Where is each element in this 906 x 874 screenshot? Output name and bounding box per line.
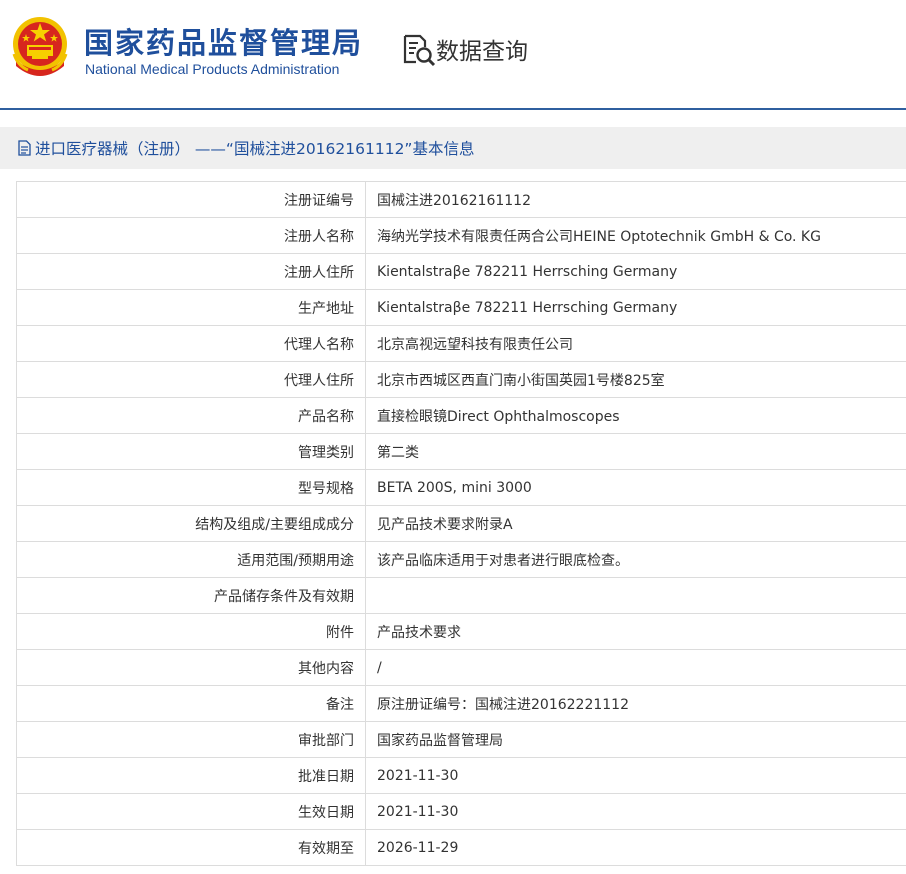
table-row: 生效日期 2021-11-30 [16, 793, 906, 830]
field-value: 第二类 [365, 433, 906, 470]
field-value: 国械注进20162161112 [365, 181, 906, 218]
field-label: 备注 [16, 685, 366, 722]
field-value: 该产品临床适用于对患者进行眼底检查。 [365, 541, 906, 578]
field-value: Kientalstraβe 782211 Herrsching Germany [365, 289, 906, 326]
field-label: 其他内容 [16, 649, 366, 686]
field-value: 见产品技术要求附录A [365, 505, 906, 542]
field-label: 批准日期 [16, 757, 366, 794]
field-label: 注册人名称 [16, 217, 366, 254]
field-value: 北京市西城区西直门南小街国英园1号楼825室 [365, 361, 906, 398]
field-label: 代理人名称 [16, 325, 366, 362]
field-label: 生产地址 [16, 289, 366, 326]
site-header: 国家药品监督管理局 National Medical Products Admi… [0, 0, 906, 108]
table-row: 型号规格 BETA 200S, mini 3000 [16, 469, 906, 506]
field-label: 有效期至 [16, 829, 366, 866]
table-row: 其他内容 / [16, 649, 906, 686]
field-value: 产品技术要求 [365, 613, 906, 650]
table-row: 附件 产品技术要求 [16, 613, 906, 650]
org-name-cn: 国家药品监督管理局 [84, 26, 364, 60]
field-label: 生效日期 [16, 793, 366, 830]
field-label: 注册证编号 [16, 181, 366, 218]
table-row: 产品名称 直接检眼镜Direct Ophthalmoscopes [16, 397, 906, 434]
field-value: 直接检眼镜Direct Ophthalmoscopes [365, 397, 906, 434]
table-row: 代理人名称 北京高视远望科技有限责任公司 [16, 325, 906, 362]
field-label: 结构及组成/主要组成成分 [16, 505, 366, 542]
field-label: 产品储存条件及有效期 [16, 577, 366, 614]
field-label: 产品名称 [16, 397, 366, 434]
field-value: 2026-11-29 [365, 829, 906, 866]
field-label: 管理类别 [16, 433, 366, 470]
table-row: 备注 原注册证编号：国械注进20162221112 [16, 685, 906, 722]
table-row: 生产地址 Kientalstraβe 782211 Herrsching Germ… [16, 289, 906, 326]
table-row: 批准日期 2021-11-30 [16, 757, 906, 794]
table-row: 管理类别 第二类 [16, 433, 906, 470]
field-label: 附件 [16, 613, 366, 650]
table-row: 代理人住所 北京市西城区西直门南小街国英园1号楼825室 [16, 361, 906, 398]
document-icon [18, 140, 31, 156]
field-value: 国家药品监督管理局 [365, 721, 906, 758]
national-emblem-icon [12, 17, 68, 76]
field-value: 原注册证编号：国械注进20162221112 [365, 685, 906, 722]
table-row: 适用范围/预期用途 该产品临床适用于对患者进行眼底检查。 [16, 541, 906, 578]
table-row: 注册证编号 国械注进20162161112 [16, 181, 906, 218]
field-value: BETA 200S, mini 3000 [365, 469, 906, 506]
page-title-bar: 进口医疗器械（注册） ——“国械注进20162161112”基本信息 [0, 127, 906, 169]
table-row: 产品储存条件及有效期 [16, 577, 906, 614]
data-query-icon[interactable] [402, 33, 436, 67]
field-label: 适用范围/预期用途 [16, 541, 366, 578]
field-label: 型号规格 [16, 469, 366, 506]
field-value [365, 577, 906, 614]
page-title: 进口医疗器械（注册） ——“国械注进20162161112”基本信息 [35, 140, 475, 158]
field-value: 北京高视远望科技有限责任公司 [365, 325, 906, 362]
field-label: 注册人住所 [16, 253, 366, 290]
field-value: / [365, 649, 906, 686]
table-row: 结构及组成/主要组成成分 见产品技术要求附录A [16, 505, 906, 542]
table-row: 有效期至 2026-11-29 [16, 829, 906, 866]
table-row: 审批部门 国家药品监督管理局 [16, 721, 906, 758]
basic-info-table: 注册证编号 国械注进20162161112 注册人名称 海纳光学技术有限责任两合公司H… [16, 181, 906, 866]
field-value: 2021-11-30 [365, 757, 906, 794]
field-value: Kientalstraβe 782211 Herrsching Germany [365, 253, 906, 290]
basic-info-table-body: 注册证编号 国械注进20162161112 注册人名称 海纳光学技术有限责任两合公司H… [16, 181, 906, 866]
org-name-en: National Medical Products Administration [85, 61, 340, 77]
field-label: 代理人住所 [16, 361, 366, 398]
data-query-link[interactable]: 数据查询 [436, 32, 528, 66]
table-row: 注册人名称 海纳光学技术有限责任两合公司HEINE Optotechnik Gmb… [16, 217, 906, 254]
field-label: 审批部门 [16, 721, 366, 758]
field-value: 海纳光学技术有限责任两合公司HEINE Optotechnik GmbH & C… [365, 217, 906, 254]
header-divider [0, 108, 906, 110]
field-value: 2021-11-30 [365, 793, 906, 830]
table-row: 注册人住所 Kientalstraβe 782211 Herrsching Ger… [16, 253, 906, 290]
